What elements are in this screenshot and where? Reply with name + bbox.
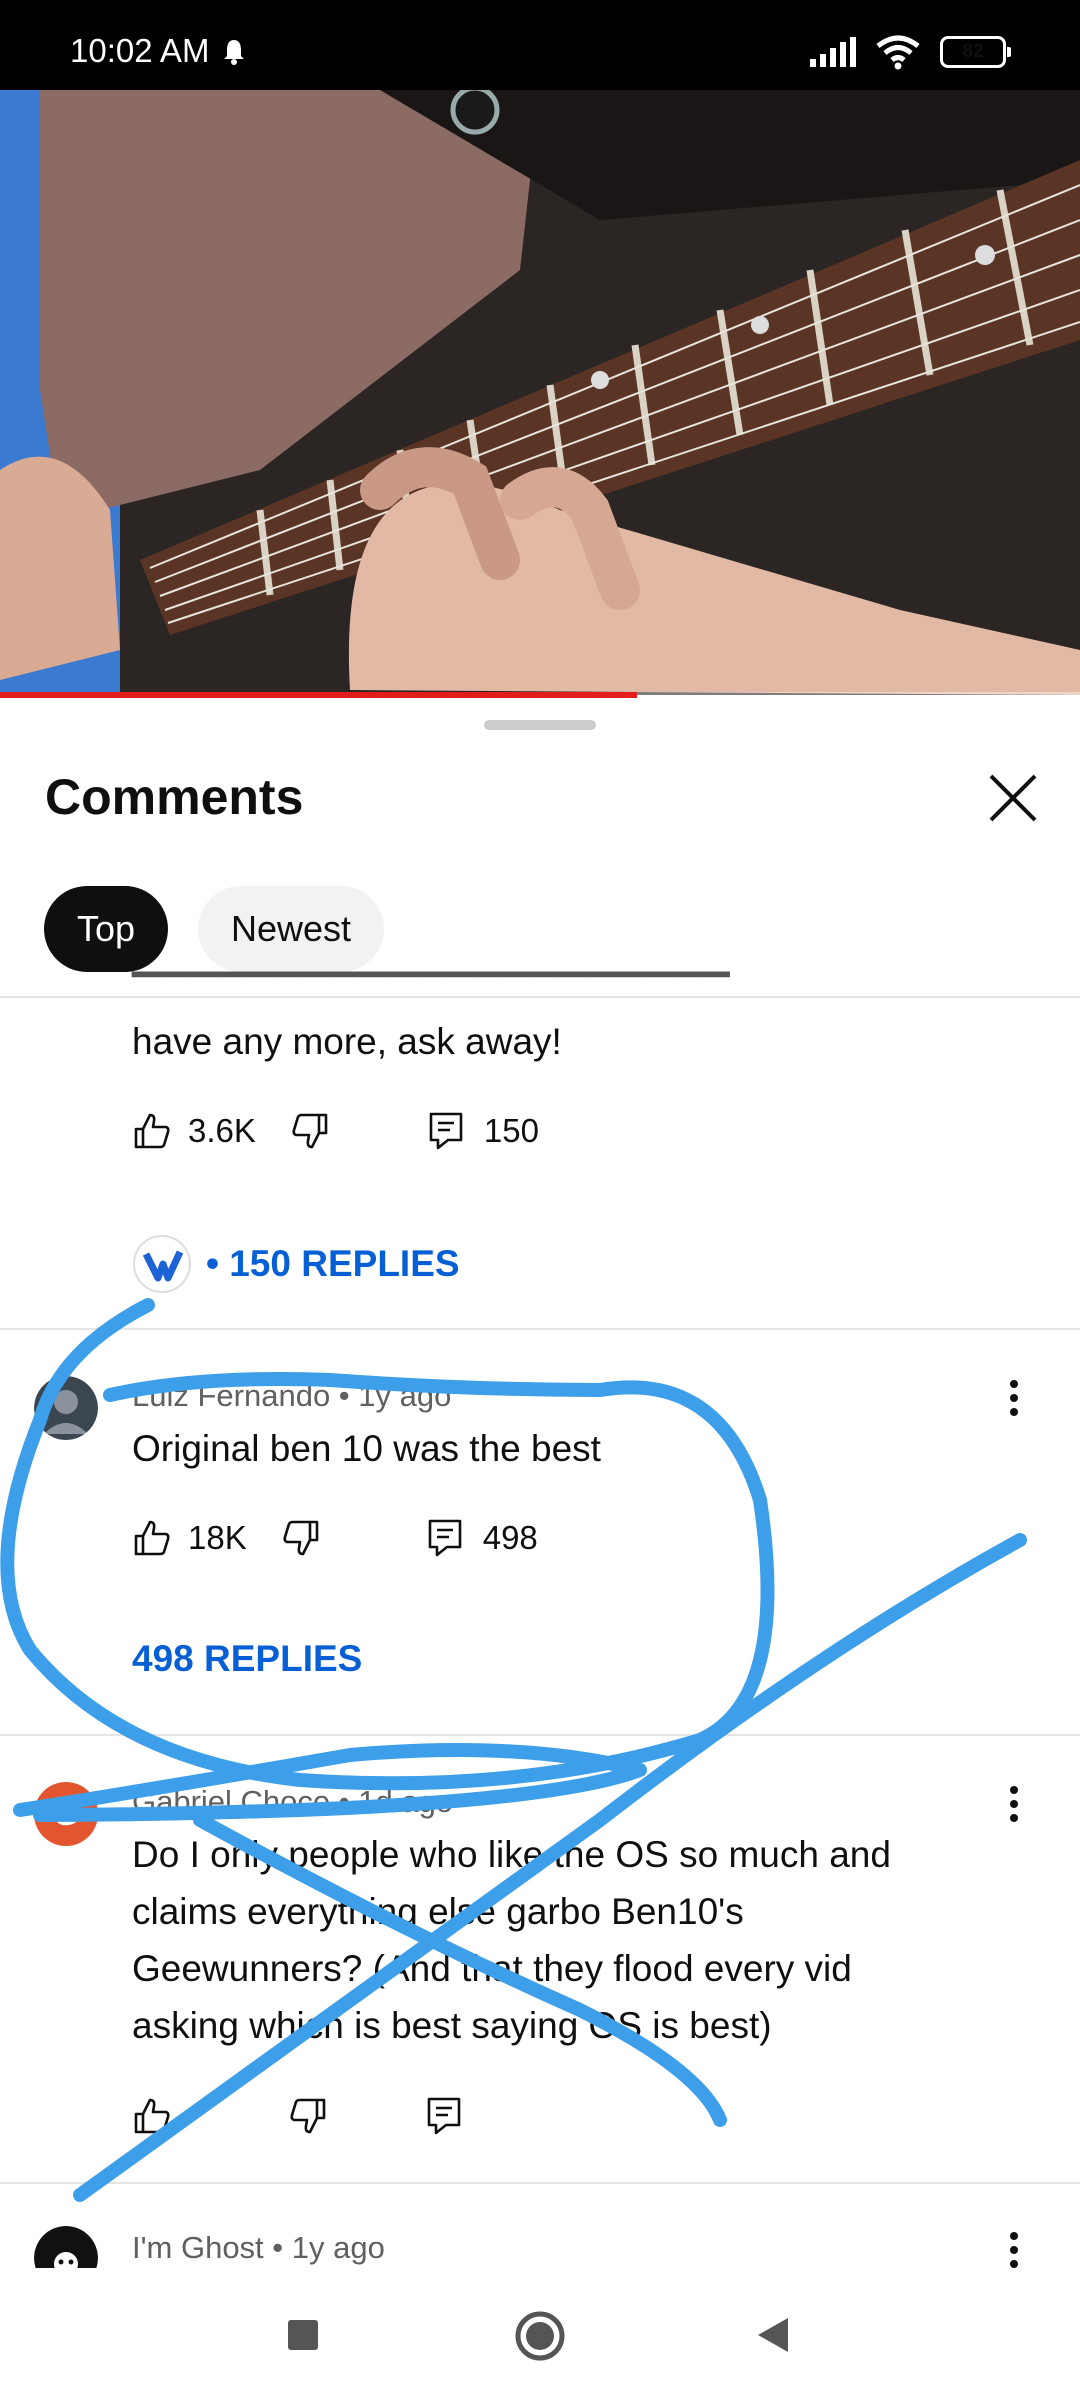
back-icon[interactable] <box>756 2316 790 2354</box>
comment-divider <box>0 1734 1080 1736</box>
comment-2-meta: Luiz Fernando • 1y ago <box>132 1378 452 1413</box>
home-icon[interactable] <box>514 2310 566 2362</box>
comment-3-actions <box>132 2088 462 2144</box>
battery-indicator: 82 <box>940 36 1011 68</box>
view-replies-link[interactable]: 498 REPLIES <box>132 1638 362 1680</box>
video-frame-guitar <box>0 90 1080 695</box>
dislike-icon[interactable] <box>281 1518 321 1558</box>
recents-icon[interactable] <box>286 2318 320 2352</box>
dislike-icon[interactable] <box>290 1111 330 1151</box>
like-count: 18K <box>188 1519 247 1556</box>
reply-icon[interactable] <box>427 1518 463 1558</box>
comment-3-line-2: claims everything else garbo Ben10's <box>132 1891 744 1932</box>
tab-newest[interactable]: Newest <box>198 886 385 972</box>
view-replies-link[interactable]: • 150 REPLIES <box>206 1243 460 1285</box>
comment-3-line-1: Do I only people who like the OS so much… <box>132 1834 891 1875</box>
video-player[interactable] <box>0 90 1080 695</box>
comment-2-more-icon[interactable] <box>1007 1378 1021 1418</box>
sheet-drag-handle[interactable] <box>484 720 596 730</box>
comment-1-actions: 3.6K 150 <box>132 1103 539 1159</box>
comment-3-more-icon[interactable] <box>1007 1784 1021 1824</box>
comment-2-actions: 18K 498 <box>132 1510 538 1566</box>
signal-icon <box>810 37 856 67</box>
close-icon[interactable] <box>985 770 1041 826</box>
wifi-icon <box>876 35 920 70</box>
comment-3-line-4: asking which is best saying OS is best) <box>132 2005 772 2046</box>
status-time: 10:02 AM <box>70 32 210 69</box>
comment-divider <box>0 2182 1080 2184</box>
like-count: 3.6K <box>188 1112 256 1149</box>
notification-bell-icon <box>224 40 244 65</box>
sheet-title: Comments <box>45 769 304 825</box>
comment-4-more-icon[interactable] <box>1007 2230 1021 2270</box>
comment-1-replies[interactable]: • 150 REPLIES <box>132 1234 460 1294</box>
status-icons: 82 <box>810 34 1011 70</box>
comment-1-text: have any more, ask away! <box>132 1021 562 1062</box>
comment-3-avatar[interactable]: G <box>34 1782 98 1846</box>
creator-avatar-icon <box>133 1235 191 1293</box>
tab-top[interactable]: Top <box>44 886 169 972</box>
comment-divider <box>0 1328 1080 1330</box>
like-icon[interactable] <box>132 2096 172 2136</box>
like-icon[interactable] <box>132 1518 172 1558</box>
comment-3-meta: Gabriel Choce • 1d ago <box>132 1784 454 1819</box>
reply-icon[interactable] <box>428 1111 464 1151</box>
dislike-icon[interactable] <box>288 2096 328 2136</box>
comment-3-line-3: Geewunners? (And that they flood every v… <box>132 1948 852 1989</box>
comment-2-text: Original ben 10 was the best <box>132 1428 601 1469</box>
comment-2-avatar[interactable] <box>34 1376 98 1440</box>
reply-icon[interactable] <box>426 2096 462 2136</box>
reply-count: 498 <box>482 1519 538 1556</box>
comment-4-meta: I'm Ghost • 1y ago <box>132 2230 385 2265</box>
reply-count: 150 <box>483 1112 539 1149</box>
like-icon[interactable] <box>132 1111 172 1151</box>
